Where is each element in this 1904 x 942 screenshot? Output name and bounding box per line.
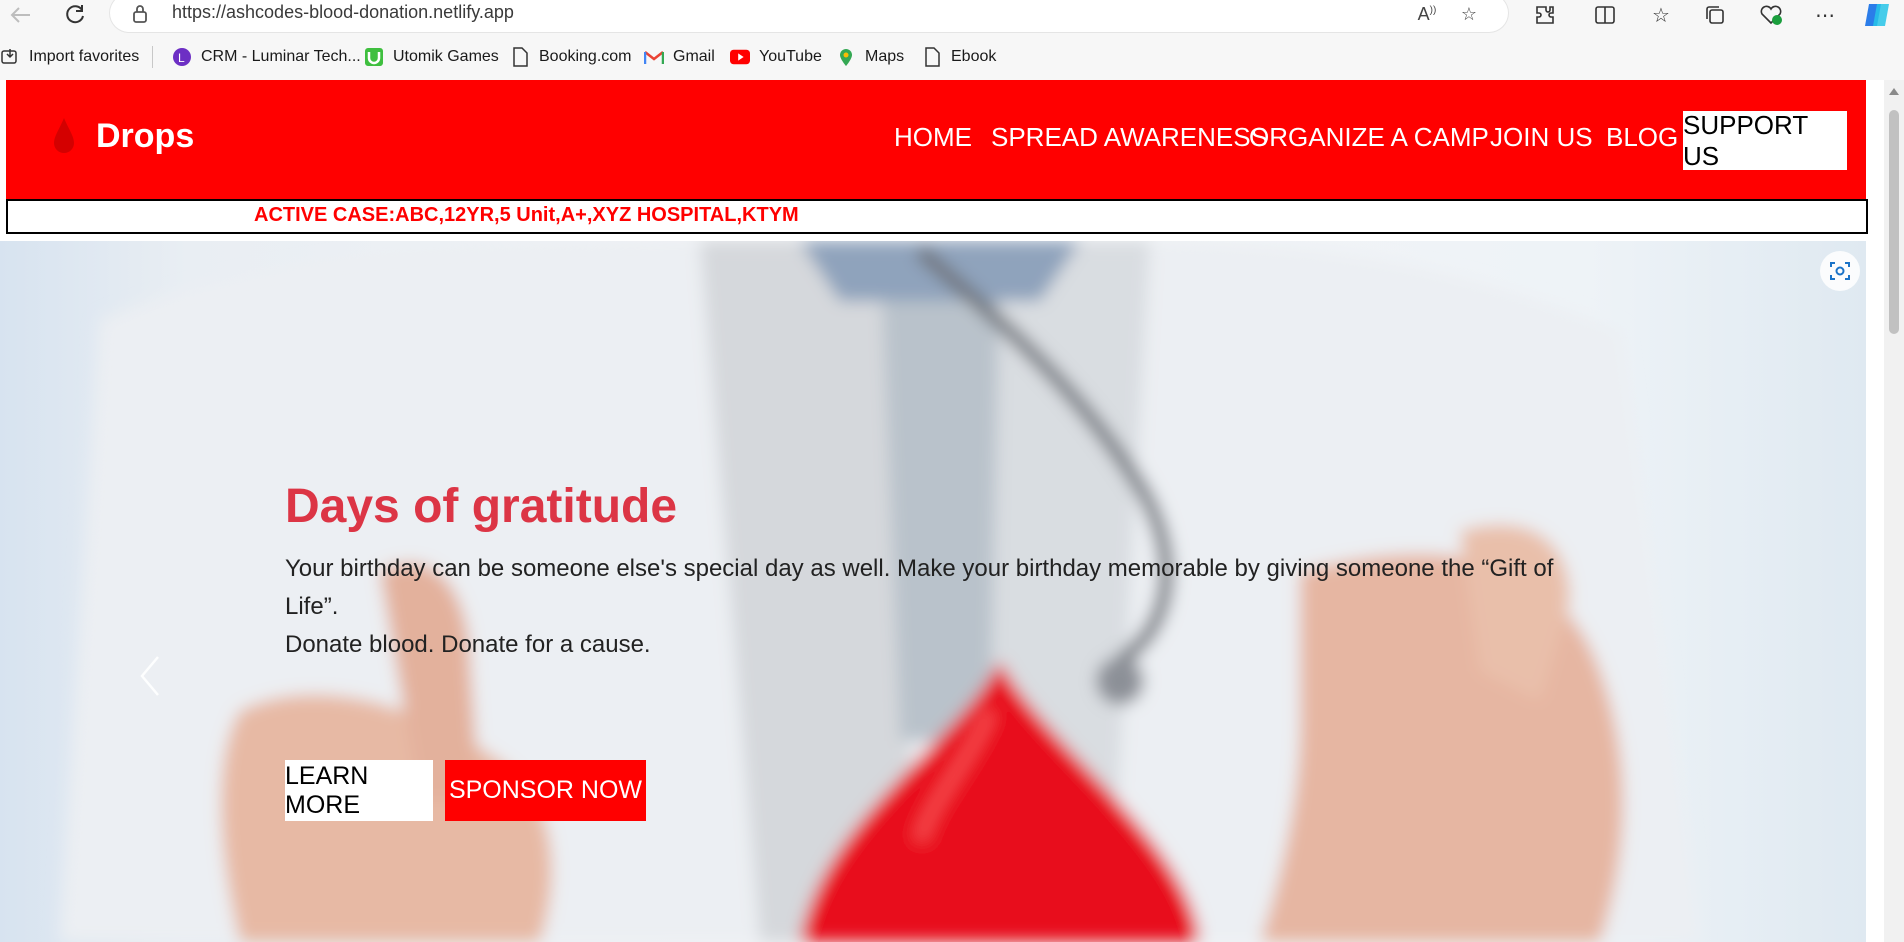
carousel-prev-icon[interactable] bbox=[136, 651, 166, 701]
copilot-icon[interactable] bbox=[1862, 2, 1892, 28]
more-options-icon[interactable]: ⋯ bbox=[1810, 2, 1840, 28]
favorite-label: Maps bbox=[865, 48, 905, 65]
favorites-list-icon[interactable]: ☆ bbox=[1646, 2, 1676, 28]
favorite-label: Booking.com bbox=[539, 48, 632, 65]
scroll-up-arrow-icon[interactable] bbox=[1889, 88, 1899, 95]
favorite-label: Import favorites bbox=[29, 48, 140, 65]
gmail-logo-icon bbox=[644, 47, 664, 67]
active-case-ticker: ACTIVE CASE:ABC,12YR,5 Unit,A+,XYZ HOSPI… bbox=[6, 199, 1868, 234]
hero-title: Days of gratitude bbox=[285, 480, 678, 533]
site-navbar: Drops HOME SPREAD AWARENESS ORGANIZE A C… bbox=[6, 80, 1866, 199]
favorite-maps[interactable]: Maps bbox=[836, 46, 904, 68]
utomik-logo-icon bbox=[364, 47, 384, 67]
favorite-star-icon[interactable]: ☆ bbox=[1456, 4, 1482, 28]
collections-icon[interactable] bbox=[1700, 2, 1730, 28]
favorite-crm[interactable]: L CRM - Luminar Tech... bbox=[172, 46, 361, 68]
back-arrow-icon[interactable] bbox=[6, 2, 36, 28]
hero-carousel: Days of gratitude Your birthday can be s… bbox=[0, 241, 1866, 942]
hero-buttons: LEARN MORE SPONSOR NOW bbox=[285, 760, 646, 821]
nav-organize-camp[interactable]: ORGANIZE A CAMP bbox=[1249, 122, 1489, 153]
visual-search-icon[interactable] bbox=[1820, 251, 1860, 291]
address-url[interactable]: https://ashcodes-blood-donation.netlify.… bbox=[172, 2, 514, 23]
address-bar[interactable]: https://ashcodes-blood-donation.netlify.… bbox=[110, 0, 1508, 32]
sponsor-now-button[interactable]: SPONSOR NOW bbox=[445, 760, 646, 821]
nav-spread-awareness[interactable]: SPREAD AWARENESS bbox=[991, 122, 1268, 153]
hero-description: Your birthday can be someone else's spec… bbox=[285, 550, 1585, 664]
nav-join-us[interactable]: JOIN US bbox=[1490, 122, 1593, 153]
favorite-booking[interactable]: Booking.com bbox=[510, 46, 632, 68]
hero-text-line: Donate blood. Donate for a cause. bbox=[285, 631, 651, 658]
nav-home[interactable]: HOME bbox=[894, 122, 972, 153]
page-scrollbar[interactable] bbox=[1884, 80, 1904, 942]
favorite-label: CRM - Luminar Tech... bbox=[201, 48, 361, 65]
favorite-utomik[interactable]: Utomik Games bbox=[364, 46, 499, 68]
svg-text:L: L bbox=[178, 51, 185, 65]
blood-drop-icon bbox=[50, 116, 78, 156]
nav-blog[interactable]: BLOG bbox=[1606, 122, 1678, 153]
favorite-label: YouTube bbox=[759, 48, 822, 65]
extensions-icon[interactable] bbox=[1530, 2, 1560, 28]
hero-text-line: Your birthday can be someone else's spec… bbox=[285, 555, 1554, 620]
support-us-button[interactable]: SUPPORT US bbox=[1683, 110, 1847, 171]
youtube-logo-icon bbox=[730, 47, 750, 67]
split-screen-icon[interactable] bbox=[1590, 2, 1620, 28]
maps-pin-icon bbox=[836, 47, 856, 67]
brand-name: Drops bbox=[96, 116, 195, 155]
favorite-import[interactable]: Import favorites bbox=[0, 46, 139, 68]
ticker-text: ACTIVE CASE:ABC,12YR,5 Unit,A+,XYZ HOSPI… bbox=[254, 204, 799, 226]
page-icon bbox=[510, 47, 530, 67]
refresh-icon[interactable] bbox=[60, 2, 90, 28]
scroll-thumb[interactable] bbox=[1889, 110, 1899, 334]
favorite-gmail[interactable]: Gmail bbox=[644, 46, 715, 68]
favorites-bar: Import favorites L CRM - Luminar Tech...… bbox=[0, 34, 1904, 81]
brand[interactable]: Drops bbox=[50, 116, 194, 156]
lock-icon bbox=[132, 4, 150, 26]
browser-essentials-icon[interactable] bbox=[1756, 2, 1786, 28]
page-viewport: Drops HOME SPREAD AWARENESS ORGANIZE A C… bbox=[0, 80, 1884, 942]
favorite-label: Gmail bbox=[673, 48, 715, 65]
import-icon bbox=[0, 47, 20, 67]
browser-toolbar: https://ashcodes-blood-donation.netlify.… bbox=[0, 0, 1904, 34]
favorites-divider bbox=[152, 46, 153, 68]
favorite-ebook[interactable]: Ebook bbox=[922, 46, 996, 68]
favorite-youtube[interactable]: YouTube bbox=[730, 46, 822, 68]
learn-more-button[interactable]: LEARN MORE bbox=[285, 760, 433, 821]
read-aloud-icon[interactable]: A)) bbox=[1414, 4, 1440, 28]
favorite-label: Ebook bbox=[951, 48, 997, 65]
favorite-label: Utomik Games bbox=[393, 48, 499, 65]
page-icon bbox=[922, 47, 942, 67]
luminar-logo-icon: L bbox=[172, 47, 192, 67]
